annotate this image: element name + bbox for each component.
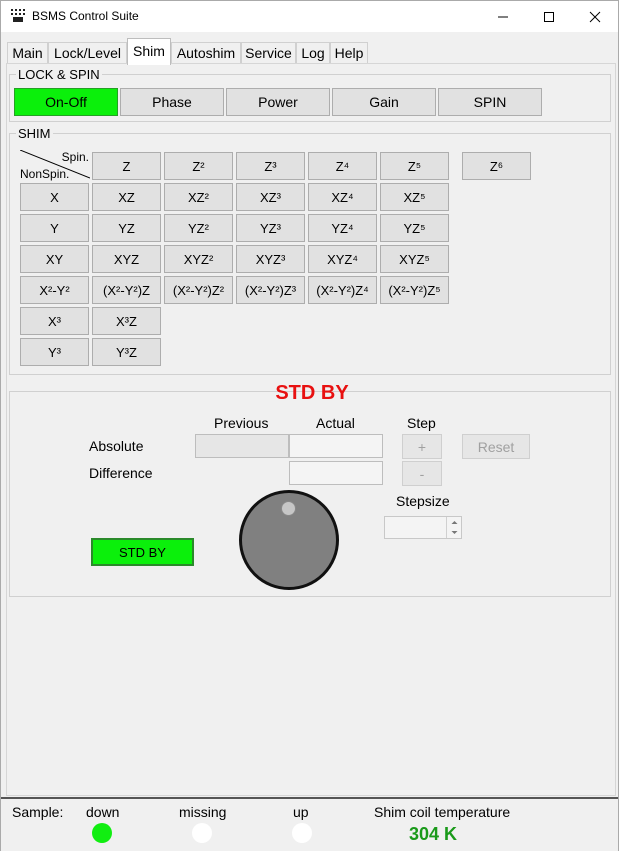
gain-button[interactable]: Gain	[332, 88, 436, 116]
shim-y3z-button[interactable]: Y³Z	[92, 338, 161, 366]
sample-down-label: down	[86, 804, 120, 820]
shim-x2-y2-z5-button[interactable]: (X²-Y²)Z⁵	[380, 276, 449, 304]
temperature-label: Shim coil temperature	[374, 804, 511, 820]
corner-spin-label: Spin.	[61, 150, 89, 164]
shim-xyz5-button[interactable]: XYZ⁵	[380, 245, 449, 273]
shim-xz4-button[interactable]: XZ⁴	[308, 183, 377, 211]
shim-yz5-button[interactable]: YZ⁵	[380, 214, 449, 242]
shim-tab-panel: LOCK & SPIN On-Off Phase Power Gain SPIN…	[6, 63, 616, 796]
stepsize-spinbox[interactable]	[384, 516, 462, 539]
shim-x2-y2-z4-button[interactable]: (X²-Y²)Z⁴	[308, 276, 377, 304]
status-title: STD BY	[275, 382, 349, 404]
shim-z3-button[interactable]: Z³	[236, 152, 305, 180]
tab-lock-level[interactable]: Lock/Level	[48, 42, 127, 64]
sample-missing-label: missing	[179, 804, 227, 820]
temperature-value: 304 K	[409, 824, 458, 844]
step-plus-button[interactable]: +	[402, 434, 442, 459]
window-title: BSMS Control Suite	[32, 9, 139, 23]
corner-nonspin-label: NonSpin.	[20, 167, 70, 181]
shim-xyz-button[interactable]: XYZ	[92, 245, 161, 273]
shim-xyz4-button[interactable]: XYZ⁴	[308, 245, 377, 273]
shim-x2-y2-z3-button[interactable]: (X²-Y²)Z³	[236, 276, 305, 304]
actual-difference-field[interactable]	[289, 461, 383, 485]
shim-x-button[interactable]: X	[20, 183, 89, 211]
tab-log[interactable]: Log	[296, 42, 330, 64]
shim-z5-button[interactable]: Z⁵	[380, 152, 449, 180]
knob-indicator	[281, 501, 296, 516]
sample-label: Sample:	[12, 804, 64, 820]
shim-value-knob[interactable]	[239, 490, 339, 590]
actual-header: Actual	[316, 415, 355, 431]
tab-service[interactable]: Service	[241, 42, 296, 64]
shim-yz-button[interactable]: YZ	[92, 214, 161, 242]
lock-spin-title: LOCK & SPIN	[16, 67, 102, 82]
shim-z6-button[interactable]: Z⁶	[462, 152, 531, 180]
status-bar: Sample: down missing up Shim coil temper…	[1, 797, 618, 851]
tab-autoshim[interactable]: Autoshim	[171, 42, 241, 64]
absolute-label: Absolute	[89, 438, 144, 454]
phase-button[interactable]: Phase	[120, 88, 224, 116]
shim-xy-button[interactable]: XY	[20, 245, 89, 273]
difference-label: Difference	[89, 465, 153, 481]
tab-help[interactable]: Help	[330, 42, 368, 64]
missing-indicator	[192, 823, 212, 843]
shim-xyz2-button[interactable]: XYZ²	[164, 245, 233, 273]
shim-x2-y2-z-button[interactable]: (X²-Y²)Z	[92, 276, 161, 304]
shim-xz-button[interactable]: XZ	[92, 183, 161, 211]
reset-button[interactable]: Reset	[462, 434, 530, 459]
title-bar: BSMS Control Suite	[1, 1, 618, 32]
shim-y-button[interactable]: Y	[20, 214, 89, 242]
shim-yz4-button[interactable]: YZ⁴	[308, 214, 377, 242]
shim-z2-button[interactable]: Z²	[164, 152, 233, 180]
shim-z-button[interactable]: Z	[92, 152, 161, 180]
minimize-button[interactable]	[480, 1, 526, 32]
step-header: Step	[407, 415, 436, 431]
stepsize-label: Stepsize	[396, 493, 450, 509]
close-icon	[589, 11, 601, 22]
shim-y3-button[interactable]: Y³	[20, 338, 89, 366]
power-button[interactable]: Power	[226, 88, 330, 116]
down-indicator	[92, 823, 112, 843]
tab-shim[interactable]: Shim	[127, 38, 171, 65]
actual-absolute-field[interactable]	[289, 434, 383, 458]
shim-x3-button[interactable]: X³	[20, 307, 89, 335]
spin-nonspin-corner: Spin. NonSpin.	[20, 150, 90, 181]
stepsize-spin-arrows[interactable]	[446, 517, 461, 538]
app-window: BSMS Control Suite Main Lock/Level Shim …	[0, 0, 619, 851]
on-off-button[interactable]: On-Off	[14, 88, 118, 116]
std-by-button[interactable]: STD BY	[91, 538, 194, 566]
maximize-button[interactable]	[526, 1, 572, 32]
spin-arrows-icon	[451, 521, 458, 534]
step-minus-button[interactable]: -	[402, 461, 442, 486]
shim-x2-y2-button[interactable]: X²-Y²	[20, 276, 89, 304]
shim-xyz3-button[interactable]: XYZ³	[236, 245, 305, 273]
close-button[interactable]	[572, 1, 618, 32]
shim-xz5-button[interactable]: XZ⁵	[380, 183, 449, 211]
shim-xz3-button[interactable]: XZ³	[236, 183, 305, 211]
up-indicator	[292, 823, 312, 843]
shim-xz2-button[interactable]: XZ²	[164, 183, 233, 211]
spin-button[interactable]: SPIN	[438, 88, 542, 116]
shim-yz3-button[interactable]: YZ³	[236, 214, 305, 242]
previous-header: Previous	[214, 415, 269, 431]
shim-x3z-button[interactable]: X³Z	[92, 307, 161, 335]
shim-z4-button[interactable]: Z⁴	[308, 152, 377, 180]
shim-yz2-button[interactable]: YZ²	[164, 214, 233, 242]
previous-absolute-field	[195, 434, 289, 458]
sample-up-label: up	[293, 804, 309, 820]
tab-main[interactable]: Main	[7, 42, 48, 64]
shim-x2-y2-z2-button[interactable]: (X²-Y²)Z²	[164, 276, 233, 304]
app-icon	[11, 9, 26, 23]
shim-title: SHIM	[16, 126, 53, 141]
